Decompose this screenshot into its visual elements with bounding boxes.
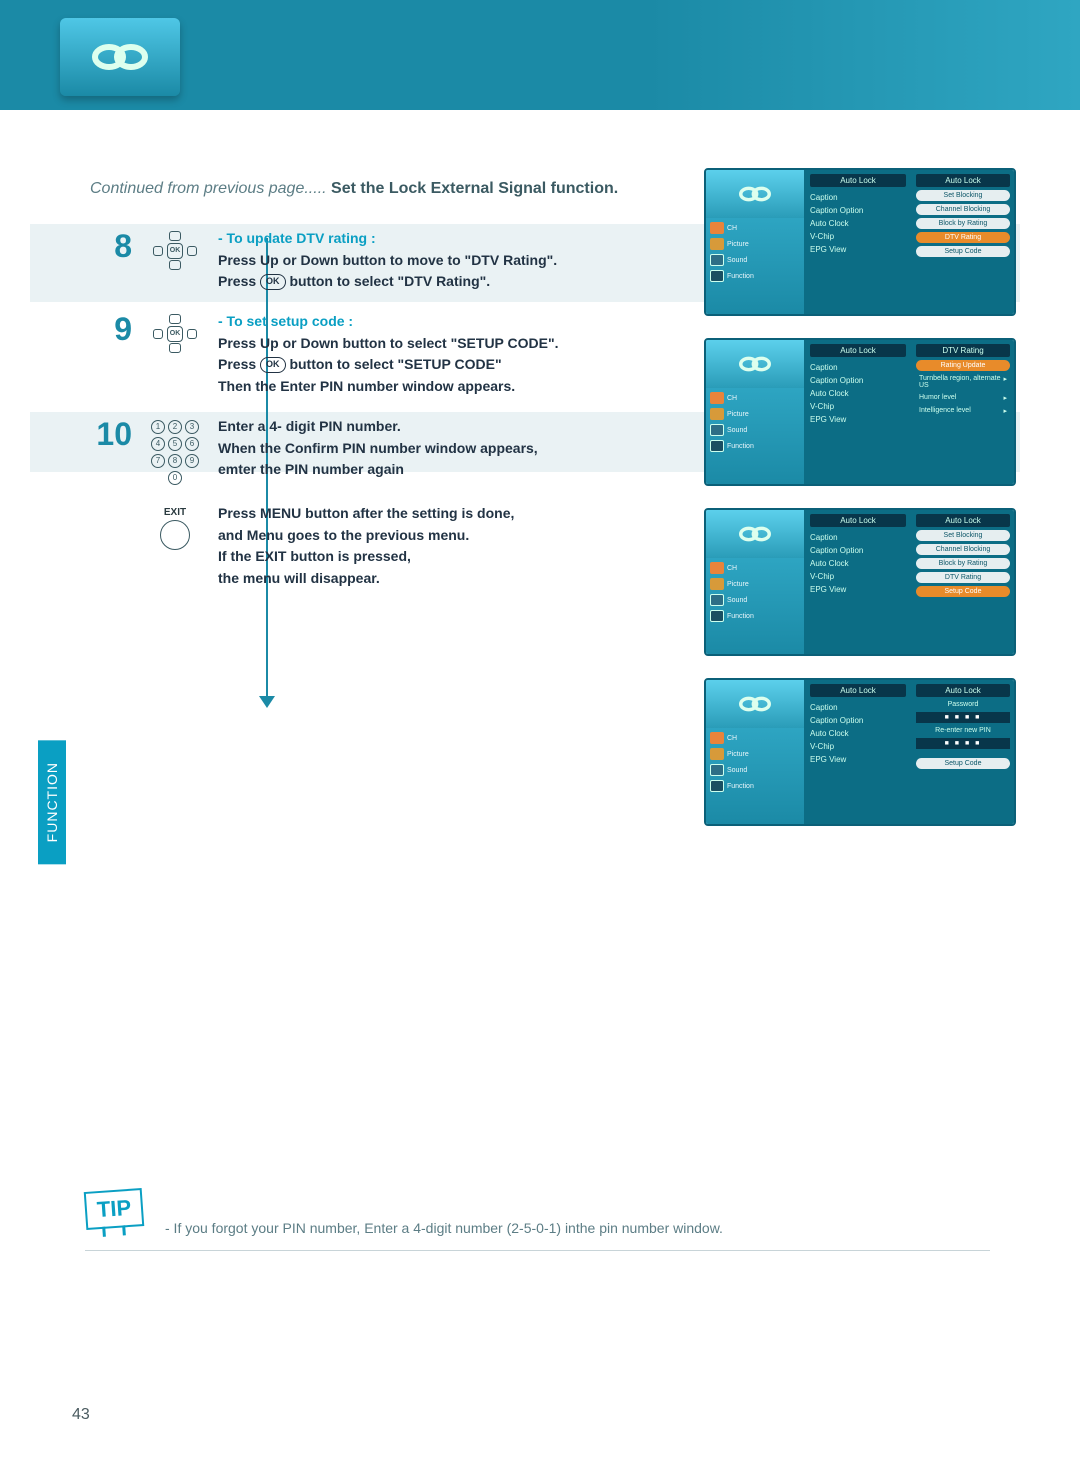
exit-button-icon: EXIT: [160, 507, 190, 550]
continued-title: Set the Lock External Signal function.: [331, 180, 618, 197]
page-header: [0, 0, 1080, 110]
step-number: 10: [90, 416, 140, 453]
osd-screenshot: CHPictureSoundFunctionAuto LockCaptionCa…: [704, 678, 1016, 826]
dpad-ok-label: OK: [167, 243, 183, 259]
dpad-icon: OK: [147, 315, 203, 353]
ok-icon: OK: [260, 357, 286, 373]
osd-screenshot: CHPictureSoundFunctionAuto LockCaptionCa…: [704, 168, 1016, 316]
step-number: 8: [90, 228, 140, 265]
chain-icon: [85, 35, 155, 79]
tip-box: TIP - If you forgot your PIN number, Ent…: [85, 1190, 990, 1251]
osd-column: CHPictureSoundFunctionAuto LockCaptionCa…: [704, 168, 1016, 826]
remote-graphic: 123 456 789 0: [140, 416, 210, 485]
ok-icon: OK: [260, 274, 286, 290]
tip-text: - If you forgot your PIN number, Enter a…: [85, 1220, 990, 1236]
remote-graphic: EXIT: [140, 503, 210, 550]
numpad-icon: 123 456 789 0: [151, 420, 199, 485]
tip-rule: [85, 1250, 990, 1251]
logo-box: [60, 18, 180, 96]
dpad-ok-label: OK: [167, 326, 183, 342]
osd-screenshot: CHPictureSoundFunctionAuto LockCaptionCa…: [704, 508, 1016, 656]
tip-label: TIP: [84, 1188, 145, 1230]
exit-label: EXIT: [164, 507, 186, 518]
page-number: 43: [72, 1406, 90, 1424]
step-number: 9: [90, 311, 140, 348]
remote-graphic: OK: [140, 228, 210, 270]
osd-screenshot: CHPictureSoundFunctionAuto LockCaptionCa…: [704, 338, 1016, 486]
continued-prefix: Continued from previous page.....: [90, 180, 327, 197]
dpad-icon: OK: [147, 232, 203, 270]
remote-graphic: OK: [140, 311, 210, 353]
flow-arrow-head: [259, 696, 275, 708]
side-tab-function: FUNCTION: [38, 740, 66, 864]
